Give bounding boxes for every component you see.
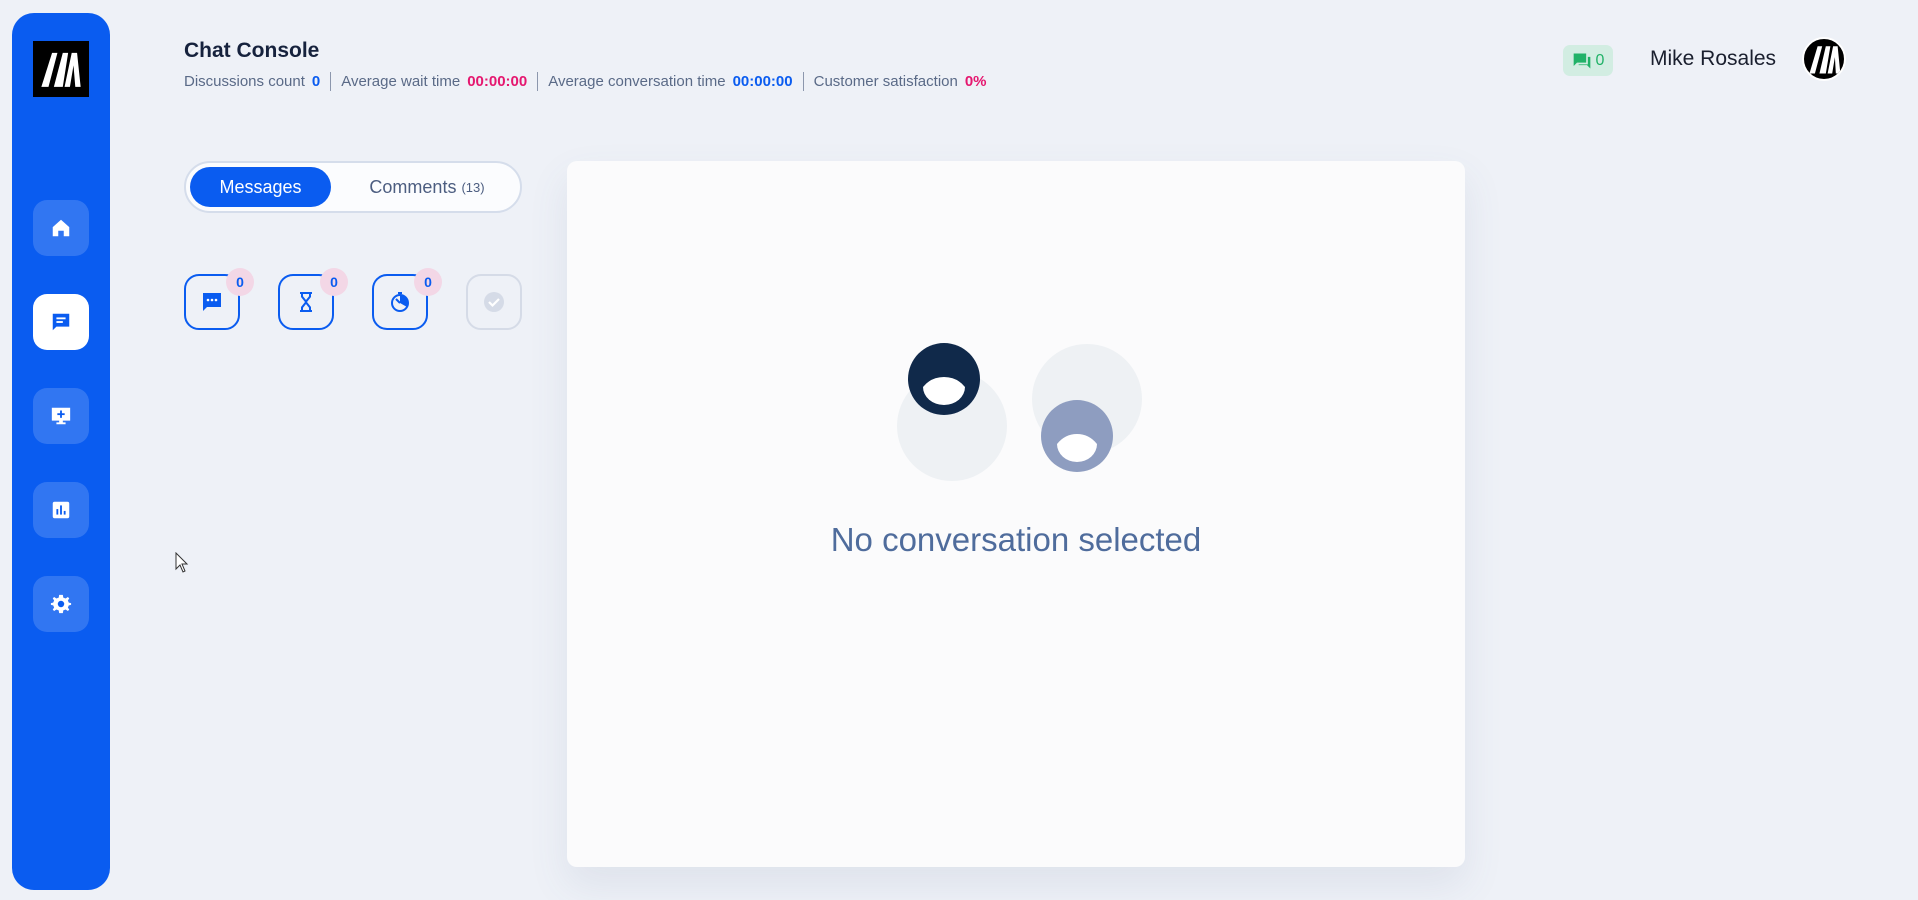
stat-value: 0%: [964, 73, 987, 90]
tab-comments[interactable]: Comments (13): [336, 167, 518, 207]
stat-label: Average wait time: [341, 73, 461, 90]
stat-value: 00:00:00: [467, 73, 528, 90]
check-circle-icon: [484, 292, 504, 312]
conversation-panel: No conversation selected: [567, 161, 1465, 867]
notification-count: 0: [1595, 51, 1605, 69]
monitor-plus-icon: [51, 407, 71, 425]
empty-state-message: No conversation selected: [830, 521, 1202, 558]
avatar-logo-icon: [1809, 46, 1841, 74]
tab-label: Messages: [219, 176, 302, 197]
stat-value: 0: [311, 73, 321, 90]
tab-messages[interactable]: Messages: [190, 167, 331, 207]
tab-count: (13): [461, 179, 485, 195]
timer-icon: [391, 292, 409, 312]
chat-icon: [52, 313, 70, 331]
conversation-tabs: Messages Comments (13): [184, 161, 522, 213]
notifications-button[interactable]: 0: [1563, 45, 1613, 76]
divider: [802, 72, 804, 91]
bar-chart-icon: [52, 501, 70, 519]
chat-dots-icon: [203, 293, 221, 311]
filter-timed[interactable]: 0: [372, 268, 442, 330]
mouse-cursor-icon: [175, 552, 189, 573]
sidebar-item-reports[interactable]: [33, 482, 89, 538]
stat-customer-satisfaction: Customer satisfaction 0%: [814, 73, 987, 90]
user-name[interactable]: Mike Rosales: [1650, 47, 1776, 71]
page-title: Chat Console: [184, 39, 320, 62]
home-icon: [52, 219, 70, 237]
filter-count-badge: 0: [320, 268, 348, 296]
divider: [330, 72, 332, 91]
tab-label: Comments: [369, 176, 457, 197]
brand-logo-icon: [41, 52, 81, 87]
divider: [537, 72, 539, 91]
stat-value: 00:00:00: [732, 73, 793, 90]
sidebar-item-home[interactable]: [33, 200, 89, 256]
filter-resolved[interactable]: [466, 274, 522, 330]
sidebar: [12, 13, 110, 890]
sidebar-item-monitor[interactable]: [33, 388, 89, 444]
stat-average-conversation-time: Average conversation time 00:00:00: [548, 73, 792, 90]
stat-average-wait-time: Average wait time 00:00:00: [341, 73, 527, 90]
filter-count-badge: 0: [414, 268, 442, 296]
stat-label: Discussions count: [184, 73, 305, 90]
filter-waiting[interactable]: 0: [278, 268, 348, 330]
filter-active-chats[interactable]: 0: [184, 268, 254, 330]
stat-discussions-count: Discussions count 0: [184, 73, 320, 90]
empty-conversation-illustration: [897, 343, 1142, 481]
brand-logo[interactable]: [33, 41, 89, 97]
filter-count-badge: 0: [226, 268, 254, 296]
sidebar-item-settings[interactable]: [33, 576, 89, 632]
hourglass-icon: [300, 292, 312, 312]
gear-icon: [50, 594, 72, 614]
sidebar-item-chat[interactable]: [33, 294, 89, 350]
stats-bar: Discussions count 0 Average wait time 00…: [184, 72, 987, 91]
stat-label: Average conversation time: [548, 73, 726, 90]
avatar[interactable]: [1802, 37, 1846, 81]
stat-label: Customer satisfaction: [813, 73, 958, 90]
chat-bubble-icon: [1573, 53, 1590, 68]
